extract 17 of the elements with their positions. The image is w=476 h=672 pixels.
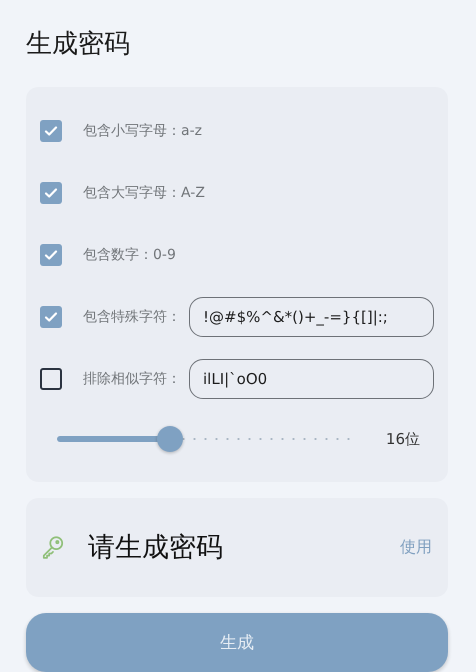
- option-label: 包含特殊字符：: [83, 308, 181, 326]
- checkbox[interactable]: [40, 182, 62, 204]
- option-label: 包含数字：0-9: [83, 246, 176, 264]
- checkbox[interactable]: [40, 120, 62, 142]
- checkbox[interactable]: [40, 368, 62, 390]
- option-label: 包含大写字母：A-Z: [83, 184, 205, 202]
- checkbox[interactable]: [40, 244, 62, 266]
- password-text: 请生成密码: [88, 531, 223, 566]
- input-field[interactable]: ilLI|`oO0: [189, 359, 434, 399]
- length-reading: 16位: [386, 430, 420, 448]
- slider-thumb[interactable]: [157, 426, 184, 452]
- key-icon: [40, 534, 66, 560]
- option-label: 包含小写字母：a-z: [83, 122, 202, 140]
- option-label: 排除相似字符：: [83, 370, 181, 388]
- checkbox[interactable]: [40, 306, 62, 328]
- input-field[interactable]: !@#$%^&*()+_-=}{[]|:;: [189, 297, 434, 337]
- page-title: 生成密码: [26, 28, 131, 61]
